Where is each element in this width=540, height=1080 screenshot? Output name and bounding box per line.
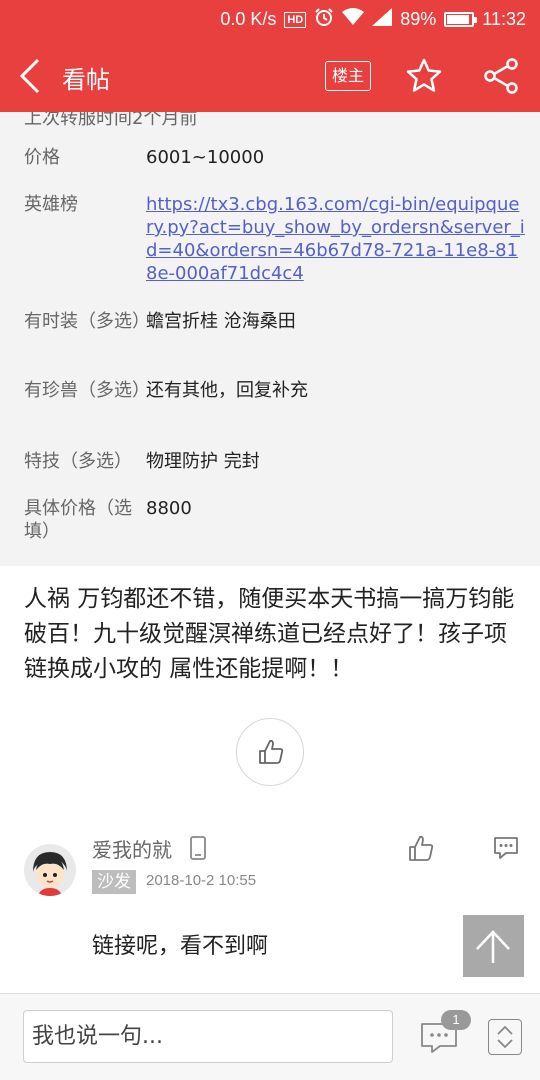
info-value: 6001~10000	[146, 147, 265, 168]
comment-text: 链接呢，看不到啊	[92, 934, 269, 959]
post-body: 人祸 万钧都还不错，随便买本天书搞一搞万钧能破百！九十级觉醒溟禅练道已经点好了！…	[24, 586, 515, 682]
arrow-up-icon	[476, 930, 510, 963]
info-table: 上次转服时间2个月前 价格 6001~10000 英雄榜 https://tx3…	[0, 112, 540, 566]
owner-only-button[interactable]: 楼主	[325, 61, 371, 91]
back-to-top-button[interactable]	[463, 915, 524, 977]
info-key: 英雄榜	[24, 194, 78, 215]
reply-input[interactable]: 我也说一句...	[23, 1010, 393, 1063]
star-icon[interactable]	[404, 56, 444, 96]
thumbs-up-icon	[259, 739, 284, 764]
post-like-button[interactable]	[236, 718, 304, 786]
info-key: 价格	[24, 147, 60, 168]
comment-time: 2018-10-2 10:55	[146, 872, 257, 889]
info-value: 8800	[146, 498, 192, 519]
info-value: 还有其他，回复补充	[146, 380, 308, 401]
info-key: 有珍兽（多选）	[24, 380, 150, 401]
battery-level	[447, 15, 469, 24]
bottom-bar: 我也说一句... 1	[0, 993, 540, 1080]
info-value: 物理防护 完封	[146, 451, 260, 472]
comment-reply-icon[interactable]	[492, 834, 520, 862]
comment-author[interactable]: 爱我的就	[92, 834, 172, 863]
avatar[interactable]	[24, 844, 76, 896]
page-up-down-icon[interactable]	[488, 1019, 522, 1055]
share-icon[interactable]	[482, 56, 522, 96]
wifi-icon	[342, 8, 365, 31]
network-speed: 0.0 K/s	[220, 9, 277, 29]
comment-like-icon[interactable]	[406, 834, 436, 864]
floor-badge: 沙发	[92, 870, 136, 894]
app: 0.0 K/s HD 89% 11:32 看帖 楼主 上次转服时间2个月前 价格…	[0, 0, 540, 1080]
clock: 11:32	[482, 9, 526, 29]
alarm-icon	[314, 7, 334, 32]
status-bar: 0.0 K/s HD 89% 11:32	[0, 0, 540, 38]
battery-icon	[444, 12, 478, 27]
comment-count-badge: 1	[441, 1010, 471, 1030]
info-key: 具体价格（选填）	[24, 498, 132, 542]
mobile-phone-icon	[189, 836, 207, 860]
info-cut-line: 上次转服时间2个月前	[24, 112, 198, 129]
battery-percent: 89%	[400, 9, 437, 29]
title-bar: 看帖 楼主	[0, 38, 540, 112]
hd-badge: HD	[284, 11, 307, 28]
hero-ranking-link[interactable]: https://tx3.cbg.163.com/cgi-bin/equipque…	[146, 193, 526, 285]
status-bar-right: 0.0 K/s HD 89% 11:32	[220, 7, 526, 32]
signal-icon	[372, 8, 393, 31]
page-title: 看帖	[62, 66, 110, 94]
info-key: 有时装（多选）	[24, 311, 150, 332]
info-value: 蟾宫折桂 沧海桑田	[146, 311, 296, 332]
info-key: 特技（多选）	[24, 451, 132, 472]
back-icon[interactable]	[14, 56, 50, 96]
